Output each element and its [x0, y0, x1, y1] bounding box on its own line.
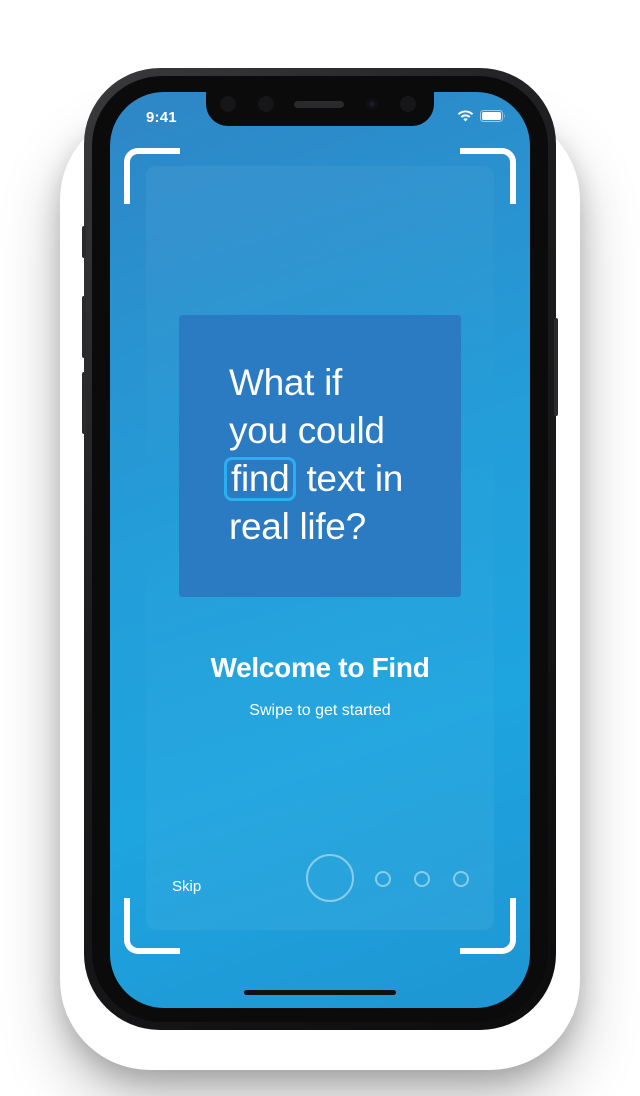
question-line-1: What if	[229, 362, 343, 403]
status-time: 9:41	[146, 109, 177, 126]
scan-bracket-bottom-left	[124, 898, 180, 954]
question-text: What if you could find text in real life…	[224, 359, 404, 551]
notch	[206, 92, 434, 126]
page-dot[interactable]	[453, 871, 469, 887]
power-button	[554, 318, 558, 416]
welcome-subtitle: Swipe to get started	[249, 702, 391, 719]
sensor-dot	[258, 96, 274, 112]
status-icons	[457, 109, 506, 122]
page-dot[interactable]	[414, 871, 430, 887]
home-indicator[interactable]	[244, 990, 396, 995]
screen: 9:41 What if you could find text in real…	[110, 92, 530, 1008]
wifi-icon	[457, 109, 474, 122]
question-line-3-rest: text in	[296, 458, 404, 499]
earpiece-speaker	[294, 101, 344, 108]
highlighted-word: find	[224, 457, 297, 501]
page-dot[interactable]	[375, 871, 391, 887]
volume-up-button	[82, 296, 86, 358]
page-indicator	[306, 854, 476, 902]
sensor-dot	[400, 96, 416, 112]
mute-switch	[82, 226, 86, 258]
battery-icon	[480, 109, 506, 122]
page-dot-current[interactable]	[306, 854, 354, 902]
device-mockup: 9:41 What if you could find text in real…	[0, 0, 640, 1096]
scan-bracket-top-right	[460, 148, 516, 204]
scan-bracket-bottom-right	[460, 898, 516, 954]
skip-button[interactable]: Skip	[172, 878, 201, 895]
sensor-dot	[220, 96, 236, 112]
question-line-4: real life?	[229, 506, 366, 547]
scan-bracket-top-left	[124, 148, 180, 204]
welcome-title: Welcome to Find	[210, 652, 430, 683]
question-line-2: you could	[229, 410, 385, 451]
question-card: What if you could find text in real life…	[179, 315, 461, 597]
front-camera	[366, 98, 378, 110]
volume-down-button	[82, 372, 86, 434]
question-line-3: find text in	[224, 455, 404, 503]
